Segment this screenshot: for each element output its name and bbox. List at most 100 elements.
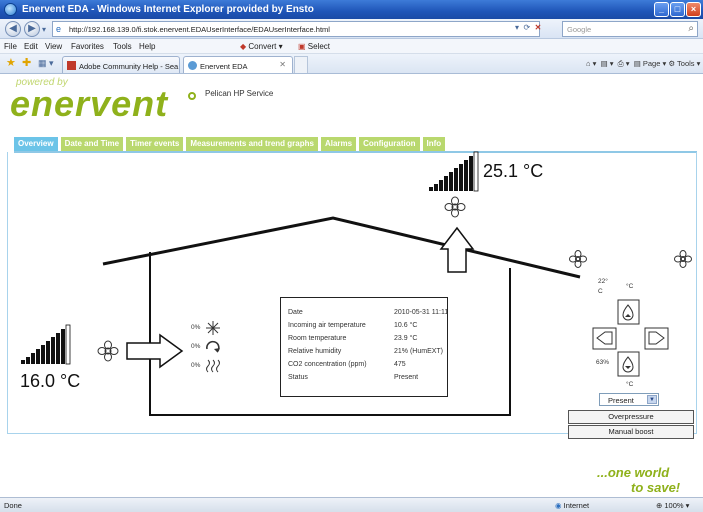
address-tools: ▾ ⟳ ✕ xyxy=(515,23,541,32)
info-value-room-temp: 23.9 °C xyxy=(394,335,418,342)
feeds-icon[interactable]: ▤ ▾ xyxy=(601,59,614,68)
heat-recovery-percent: 0% xyxy=(191,343,201,350)
supply-fan-icon xyxy=(97,340,119,362)
menu-view[interactable]: View xyxy=(45,42,62,51)
house-roof xyxy=(102,216,581,279)
ie-page-icon xyxy=(188,61,197,70)
overpressure-button[interactable]: Overpressure xyxy=(568,410,694,424)
convert-label: Convert xyxy=(248,42,277,51)
menu-favorites[interactable]: Favorites xyxy=(71,42,104,51)
fan-increase-icon[interactable] xyxy=(674,250,692,268)
browser-tabs-row: ★ ✚ ▦ ▾ Adobe Community Help - Sea... En… xyxy=(0,54,703,74)
humidity-unit: °C xyxy=(626,381,634,388)
tab-enervent-eda[interactable]: Enervent EDA ✕ xyxy=(183,56,293,73)
url-text: http://192.168.139.0/fi.stok.enervent.ED… xyxy=(69,25,330,34)
search-input[interactable]: Google ⌕ xyxy=(562,21,698,37)
info-label-humidity: Relative humidity xyxy=(288,348,342,355)
info-value-date: 2010-05-31 11:11 xyxy=(394,309,449,316)
forward-button[interactable]: ▶ xyxy=(24,21,40,37)
tab-label: Enervent EDA xyxy=(200,62,248,71)
menu-edit[interactable]: Edit xyxy=(24,42,38,51)
page-icon: e xyxy=(56,24,62,34)
intake-arrow xyxy=(126,333,184,369)
refresh-icon[interactable]: ⟳ xyxy=(523,23,530,32)
close-tab-icon[interactable]: ✕ xyxy=(279,60,286,69)
zoom-control[interactable]: ⊕ 100% ▾ xyxy=(656,501,689,510)
home-icon[interactable]: ⌂ ▾ xyxy=(586,59,596,68)
zone-label: Internet xyxy=(563,501,590,510)
temp-down-button[interactable] xyxy=(617,351,640,377)
fan-left-button[interactable] xyxy=(592,327,617,350)
page-menu-button[interactable]: ▤ Page ▾ xyxy=(634,59,667,68)
minimize-button[interactable]: _ xyxy=(654,2,669,17)
zoom-icon: ⊕ xyxy=(656,501,663,510)
add-favorite-icon[interactable]: ✚ xyxy=(22,58,31,69)
exhaust-temperature: 25.1 °C xyxy=(483,161,544,181)
chevron-down-icon[interactable]: ▼ xyxy=(647,395,657,404)
exhaust-fan-icon xyxy=(444,196,466,218)
address-dropdown-icon[interactable]: ▾ xyxy=(515,23,519,32)
search-placeholder: Google xyxy=(567,25,592,34)
status-bar: Done ◉ Internet ⊕ 100% ▾ xyxy=(0,497,703,512)
quick-tabs-icon[interactable]: ▦ ▾ xyxy=(38,58,54,69)
back-button[interactable]: ◀ xyxy=(5,21,21,37)
menu-file[interactable]: File xyxy=(4,42,17,51)
adobe-icon xyxy=(67,61,76,70)
tab-adobe-help[interactable]: Adobe Community Help - Sea... xyxy=(62,56,180,73)
temp-setpoint-value: 22° xyxy=(598,278,608,285)
temp-up-button[interactable] xyxy=(617,299,640,325)
info-label-incoming-air: Incoming air temperature xyxy=(288,322,366,329)
menu-bar: File Edit View Favorites Tools Help ◆ Co… xyxy=(0,39,703,54)
select-button[interactable]: ▣ Select xyxy=(298,42,330,51)
print-icon[interactable]: ⎙ ▾ xyxy=(618,59,630,68)
cooling-percent: 0% xyxy=(191,324,201,331)
status-text: Done xyxy=(4,501,22,510)
stop-icon[interactable]: ✕ xyxy=(535,23,542,32)
info-label-room-temp: Room temperature xyxy=(288,335,347,342)
info-value-humidity: 21% (HumEXT) xyxy=(394,348,444,355)
command-bar: ⌂ ▾ ▤ ▾ ⎙ ▾ ▤ Page ▾ ⚙ Tools ▾ xyxy=(586,59,700,69)
select-icon: ▣ xyxy=(298,42,306,51)
heat-recovery-icon xyxy=(206,340,220,353)
heating-icon xyxy=(206,359,220,373)
slogan-line-2: to save! xyxy=(631,480,681,495)
fan-decrease-icon[interactable] xyxy=(569,250,587,268)
supply-fan-speed-bars xyxy=(21,324,71,365)
new-tab-button[interactable] xyxy=(294,56,308,73)
info-label-status: Status xyxy=(288,374,308,381)
tab-label: Adobe Community Help - Sea... xyxy=(79,62,180,71)
fan-right-button[interactable] xyxy=(644,327,669,350)
zoom-label: 100% xyxy=(664,501,684,510)
maximize-button[interactable]: □ xyxy=(670,2,685,17)
menu-tools[interactable]: Tools xyxy=(113,42,132,51)
page-content: powered by enervent Pelican HP Service O… xyxy=(0,75,703,497)
convert-button[interactable]: ◆ Convert ▾ xyxy=(240,42,283,51)
exhaust-fan-speed-bars xyxy=(429,151,479,192)
search-icon[interactable]: ⌕ xyxy=(688,23,694,34)
temp-setpoint-unit-line: C xyxy=(598,288,603,295)
temp-setpoint-unit: °C xyxy=(626,283,634,290)
heating-percent: 0% xyxy=(191,362,201,369)
mode-select[interactable]: Present ▼ xyxy=(599,393,659,406)
info-value-incoming-air: 10.6 °C xyxy=(394,322,418,329)
cooling-icon xyxy=(206,321,220,335)
menu-help[interactable]: Help xyxy=(139,42,155,51)
outdoor-temperature: 16.0 °C xyxy=(20,371,81,391)
window-titlebar: Enervent EDA - Windows Internet Explorer… xyxy=(0,0,703,19)
history-dropdown-icon[interactable]: ▾ xyxy=(42,25,46,34)
internet-explorer-icon xyxy=(4,3,17,16)
tools-menu-label: Tools xyxy=(677,59,695,68)
close-window-button[interactable]: × xyxy=(686,2,701,17)
select-label: Select xyxy=(307,42,331,51)
tools-menu-button[interactable]: ⚙ Tools ▾ xyxy=(668,59,700,68)
window-title: Enervent EDA - Windows Internet Explorer… xyxy=(22,4,314,15)
address-bar-row: ◀ ▶ ▾ e http://192.168.139.0/fi.stok.ene… xyxy=(0,19,703,39)
humidity-value: 63% xyxy=(596,359,610,366)
slogan-line-1: ...one world xyxy=(597,465,670,480)
favorites-star-icon[interactable]: ★ xyxy=(6,58,16,69)
info-value-status: Present xyxy=(394,374,419,381)
address-field[interactable]: e http://192.168.139.0/fi.stok.enervent.… xyxy=(52,21,540,37)
convert-icon: ◆ xyxy=(240,42,247,51)
manual-boost-button[interactable]: Manual boost xyxy=(568,425,694,439)
info-label-date: Date xyxy=(288,309,303,316)
